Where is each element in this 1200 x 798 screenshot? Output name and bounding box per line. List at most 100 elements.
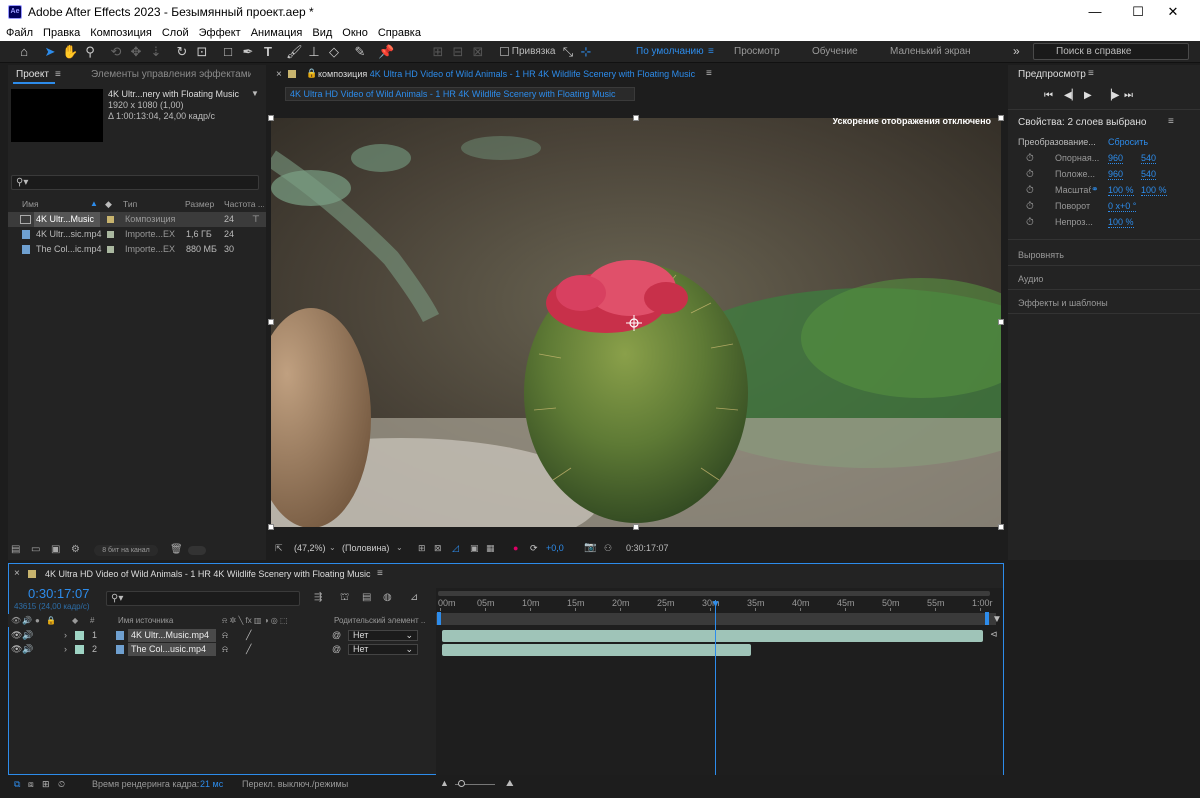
layer-keyframe-icon[interactable]: ⊲ (990, 629, 998, 640)
layer-switches-icon[interactable]: ⧉ (14, 779, 20, 790)
eye-icon[interactable]: 👁 (11, 629, 22, 642)
axis-world-icon[interactable]: ⊟ (450, 44, 466, 60)
column-name[interactable]: Имя (22, 197, 39, 212)
toggle-switch[interactable] (188, 546, 206, 555)
transform-handle[interactable] (633, 115, 639, 121)
new-folder-icon[interactable]: ▭ (31, 544, 40, 555)
menu-window[interactable]: Окно (342, 27, 368, 39)
pick-whip-icon[interactable]: @ (332, 629, 341, 642)
snap-edges-icon[interactable]: ⤡ (560, 44, 576, 60)
prop-position-y[interactable]: 540 (1141, 169, 1157, 180)
chevron-down-icon[interactable]: ▼ (251, 89, 259, 98)
parent-header[interactable]: Родительский элемент ... (334, 614, 426, 627)
speaker-icon[interactable]: 🔊 (22, 629, 33, 642)
work-area-bar[interactable] (436, 613, 996, 625)
new-composition-icon[interactable]: ▣ (51, 544, 60, 555)
workspace-menu-icon[interactable]: ≡ (708, 46, 714, 57)
project-item-row[interactable]: 4K Ultr...Music Композиция 24 ⊤ (8, 212, 266, 227)
switches-header-icon[interactable]: ⍾ ✲ ╲ fx ▥ ◑ ◎ ⬚ (222, 614, 288, 627)
workspace-default[interactable]: По умолчанию (636, 46, 704, 57)
dolly-tool-icon[interactable]: ⇣ (148, 44, 164, 60)
snapping-toggle[interactable]: Привязка (500, 46, 555, 57)
brush-tool-icon[interactable]: 🖌 (286, 44, 303, 60)
type-tool-icon[interactable]: T (260, 44, 276, 60)
prop-scale-x[interactable]: 100 % (1108, 185, 1134, 196)
menu-effect[interactable]: Эффект (199, 27, 241, 39)
region-of-interest-icon[interactable]: ▣ (470, 543, 479, 554)
play-icon[interactable]: ▶ (1084, 90, 1092, 101)
panel-menu-icon[interactable]: ≡ (55, 69, 61, 80)
graph-editor-icon[interactable]: ⊿ (410, 592, 418, 603)
expand-arrow-icon[interactable]: › (64, 643, 67, 656)
zoom-dropdown[interactable]: (47,2%) (294, 543, 328, 553)
source-name-header[interactable]: Имя источника (118, 614, 173, 627)
flowchart-icon[interactable]: ⊤ (252, 212, 260, 227)
axis-local-icon[interactable]: ⊞ (430, 44, 446, 60)
render-time-icon[interactable]: ⏲ (58, 779, 65, 790)
parent-dropdown[interactable]: Нет ⌄ (348, 644, 418, 655)
selection-tool-icon[interactable]: ➤ (42, 44, 58, 60)
composition-breadcrumb[interactable]: 4K Ultra HD Video of Wild Animals - 1 HR… (285, 87, 635, 101)
prop-position-x[interactable]: 960 (1108, 169, 1124, 180)
fast-preview-icon[interactable]: ⊞ (418, 543, 426, 554)
motion-blur-icon[interactable]: ◍ (383, 592, 392, 603)
clone-stamp-tool-icon[interactable]: ⊥ (306, 44, 322, 60)
toggle-switches-modes[interactable]: Перекл. выключ./режимы (242, 779, 348, 789)
layer-row[interactable]: 👁 🔊 › 2 The Col...usic.mp4 ⍾ ╱ @ Нет ⌄ (8, 643, 436, 656)
layer-label-swatch[interactable] (75, 631, 84, 640)
color-channels-icon[interactable]: ● (513, 543, 518, 553)
zoom-out-icon[interactable]: ▲ (440, 778, 449, 788)
pan-tool-icon[interactable]: ✥ (128, 44, 144, 60)
prop-opacity-value[interactable]: 100 % (1108, 217, 1134, 228)
expand-arrow-icon[interactable]: › (64, 629, 67, 642)
last-frame-icon[interactable]: ⏭ (1124, 90, 1133, 101)
stopwatch-icon[interactable]: ⏱ (1026, 169, 1034, 180)
timeline-tab[interactable]: 4K Ultra HD Video of Wild Animals - 1 HR… (45, 569, 375, 579)
label-color-swatch[interactable] (107, 231, 114, 238)
interpret-footage-icon[interactable]: ▤ (11, 544, 20, 555)
workspace-learn[interactable]: Обучение (812, 46, 858, 57)
panel-menu-icon[interactable]: ≡ (1168, 116, 1174, 127)
eye-icon[interactable]: 👁 (11, 643, 22, 656)
menu-view[interactable]: Вид (312, 27, 332, 39)
menu-animation[interactable]: Анимация (251, 27, 303, 39)
rectangle-tool-icon[interactable]: □ (220, 44, 236, 60)
menu-edit[interactable]: Правка (43, 27, 80, 39)
workspace-small-screen[interactable]: Маленький экран (890, 46, 971, 57)
stopwatch-icon[interactable]: ⏱ (1026, 217, 1034, 228)
reset-exposure-icon[interactable]: ⟳ (530, 543, 538, 554)
transform-handle[interactable] (268, 115, 274, 121)
quality-switch-icon[interactable]: ╱ (246, 629, 251, 642)
label-color-swatch[interactable] (107, 216, 114, 223)
help-search-input[interactable]: Поиск в справке (1033, 43, 1189, 60)
first-frame-icon[interactable]: ⏮ (1044, 90, 1053, 101)
comp-marker-icon[interactable]: ▼ (992, 614, 1002, 625)
comp-flowchart-icon[interactable]: ⇶ (314, 592, 322, 603)
roto-brush-tool-icon[interactable]: ✎ (352, 44, 368, 60)
always-preview-icon[interactable]: ⇱ (275, 543, 283, 554)
composition-canvas[interactable]: Ускорение отображения отключено (271, 118, 1001, 527)
reset-transform-link[interactable]: Сбросить (1108, 137, 1148, 147)
menu-composition[interactable]: Композиция (90, 27, 152, 39)
work-area-end-handle[interactable] (985, 612, 989, 625)
lock-icon[interactable]: 🔒 (306, 68, 317, 79)
solo-icon[interactable]: ● (35, 614, 40, 627)
timeline-search-input[interactable]: ⚲▾ (106, 591, 300, 606)
next-frame-icon[interactable]: ▕▶ (1104, 90, 1119, 101)
anchor-tool-icon[interactable]: ⊡ (194, 44, 210, 60)
transform-handle[interactable] (268, 319, 274, 325)
layer-name[interactable]: The Col...usic.mp4 (128, 643, 216, 656)
project-item-row[interactable]: The Col...ic.mp4 Importe...EX 880 МБ 30 (8, 242, 266, 257)
audio-toggle-icon[interactable]: 🔊 (22, 614, 32, 627)
transform-handle[interactable] (998, 319, 1004, 325)
adjust-project-icon[interactable]: ⚙ (71, 544, 80, 555)
show-snapshot-icon[interactable]: ⚇ (604, 543, 612, 554)
timeline-timecode[interactable]: 0:30:17:07 (28, 586, 89, 601)
menu-file[interactable]: Файл (6, 27, 33, 39)
workspace-review[interactable]: Просмотр (734, 46, 780, 57)
prop-scale-y[interactable]: 100 % (1141, 185, 1167, 196)
minimize-button[interactable]: — (1080, 2, 1110, 22)
work-area-start-handle[interactable] (437, 612, 441, 625)
shy-layers-icon[interactable]: ⛫ (340, 592, 349, 605)
composition-tab[interactable]: композиция 4K Ultra HD Video of Wild Ani… (318, 69, 748, 79)
